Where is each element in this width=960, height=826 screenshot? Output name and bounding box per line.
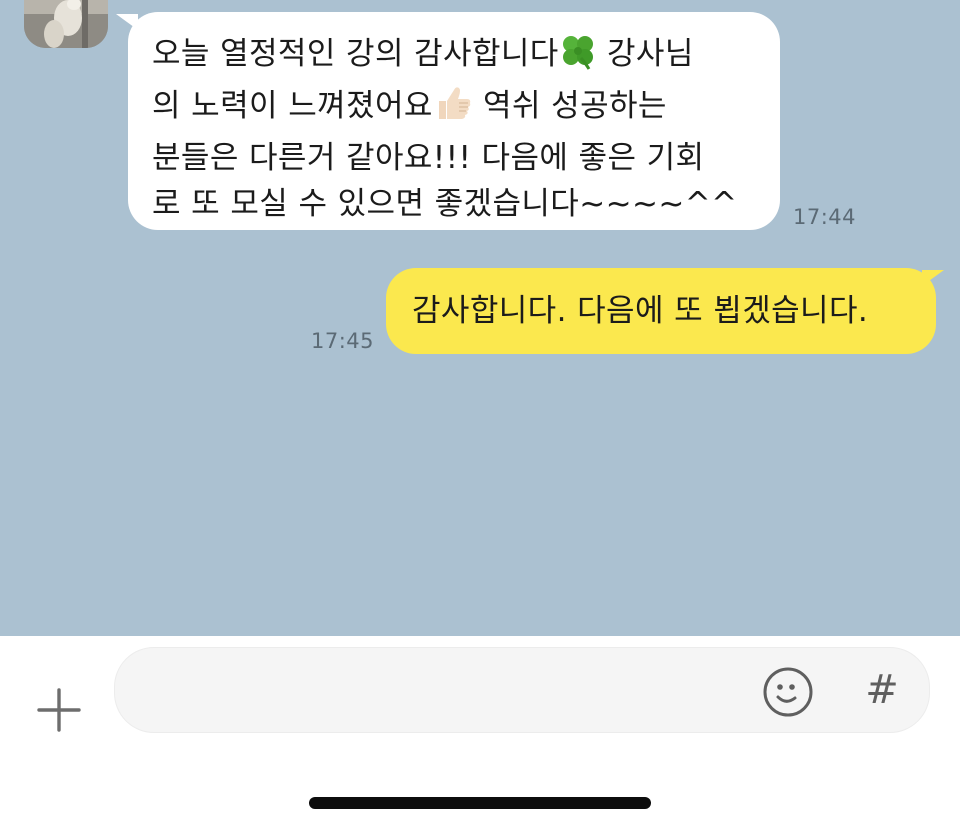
message-line: 의 노력이 느껴졌어요 역쉬 성공하는	[152, 83, 758, 135]
message-timestamp: 17:45	[311, 329, 375, 353]
plus-icon[interactable]	[36, 687, 82, 733]
message-text: 감사합니다. 다음에 또 뵙겠습니다.	[412, 293, 869, 329]
four-leaf-clover-icon	[559, 32, 597, 83]
hashtag-search-button[interactable]: #	[862, 664, 902, 716]
home-indicator[interactable]	[309, 797, 651, 809]
smiley-icon[interactable]	[762, 666, 814, 718]
chat-area: 오늘 열정적인 강의 감사합니다 강사님 의 노력이 느껴졌어요 역쉬 성공하는…	[0, 0, 960, 636]
received-message-bubble[interactable]: 오늘 열정적인 강의 감사합니다 강사님 의 노력이 느껴졌어요 역쉬 성공하는…	[128, 12, 780, 230]
sent-message-bubble[interactable]: 감사합니다. 다음에 또 뵙겠습니다.	[386, 268, 936, 354]
message-line: 오늘 열정적인 강의 감사합니다 강사님	[152, 31, 758, 83]
message-line: 로 또 모실 수 있으면 좋겠습니다~~~~^^	[152, 186, 738, 222]
thumbs-up-icon	[433, 84, 473, 135]
message-timestamp: 17:44	[793, 205, 857, 229]
message-line: 분들은 다른거 같아요!!! 다음에 좋은 기회	[152, 140, 705, 176]
sender-avatar[interactable]	[24, 0, 108, 48]
